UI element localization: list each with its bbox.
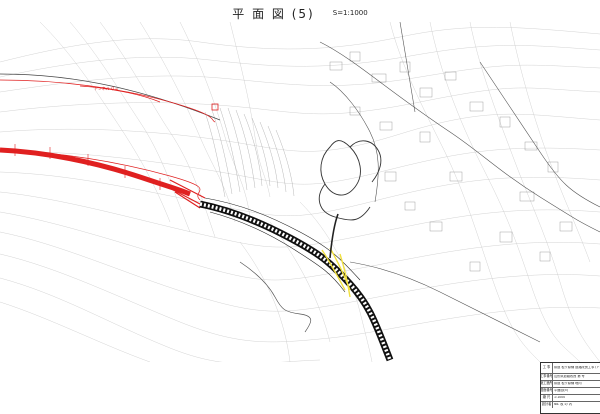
access-road-loop xyxy=(318,140,382,221)
contour-lines xyxy=(0,22,600,362)
tunnel-alignment xyxy=(0,147,191,197)
building-outlines xyxy=(329,51,573,272)
branch-road xyxy=(329,213,339,259)
sheet-scale: S=1:1000 xyxy=(332,9,368,17)
tunnel-label-mark: トンネル (L= xyxy=(94,85,118,91)
title-block-row: 施工箇所 県道 松ヶ原線 地内 xyxy=(541,381,600,388)
title-block-row: 縮 尺 1:1000 xyxy=(541,395,600,402)
drawing-sheet: 平 面 図 (5) S=1:1000 トンネル (L= 工 事 県道 松ヶ原線 … xyxy=(0,0,600,414)
title-block-row: 図面番号 平面図(5) xyxy=(541,388,600,395)
lower-access-road xyxy=(239,261,312,333)
plan-drawing: トンネル (L= xyxy=(0,22,600,362)
title-block-row: 工事番号 山形県道路改良 第 号 xyxy=(541,374,600,381)
sheet-title-bar: 平 面 図 (5) S=1:1000 xyxy=(0,4,600,22)
sheet-title: 平 面 図 (5) xyxy=(232,6,315,21)
new-road-alignment xyxy=(199,197,394,362)
slope-hatching xyxy=(204,107,295,198)
title-block-row: 工 事 県道 松ヶ原線 道路改良工事 (トンネル) xyxy=(541,363,600,374)
title-block: 工 事 県道 松ヶ原線 道路改良工事 (トンネル) 工事番号 山形県道路改良 第… xyxy=(540,362,600,414)
tunnel-guide-lines xyxy=(0,79,216,201)
title-block-row: 設計者 No. 枚 の 内 xyxy=(541,402,572,408)
